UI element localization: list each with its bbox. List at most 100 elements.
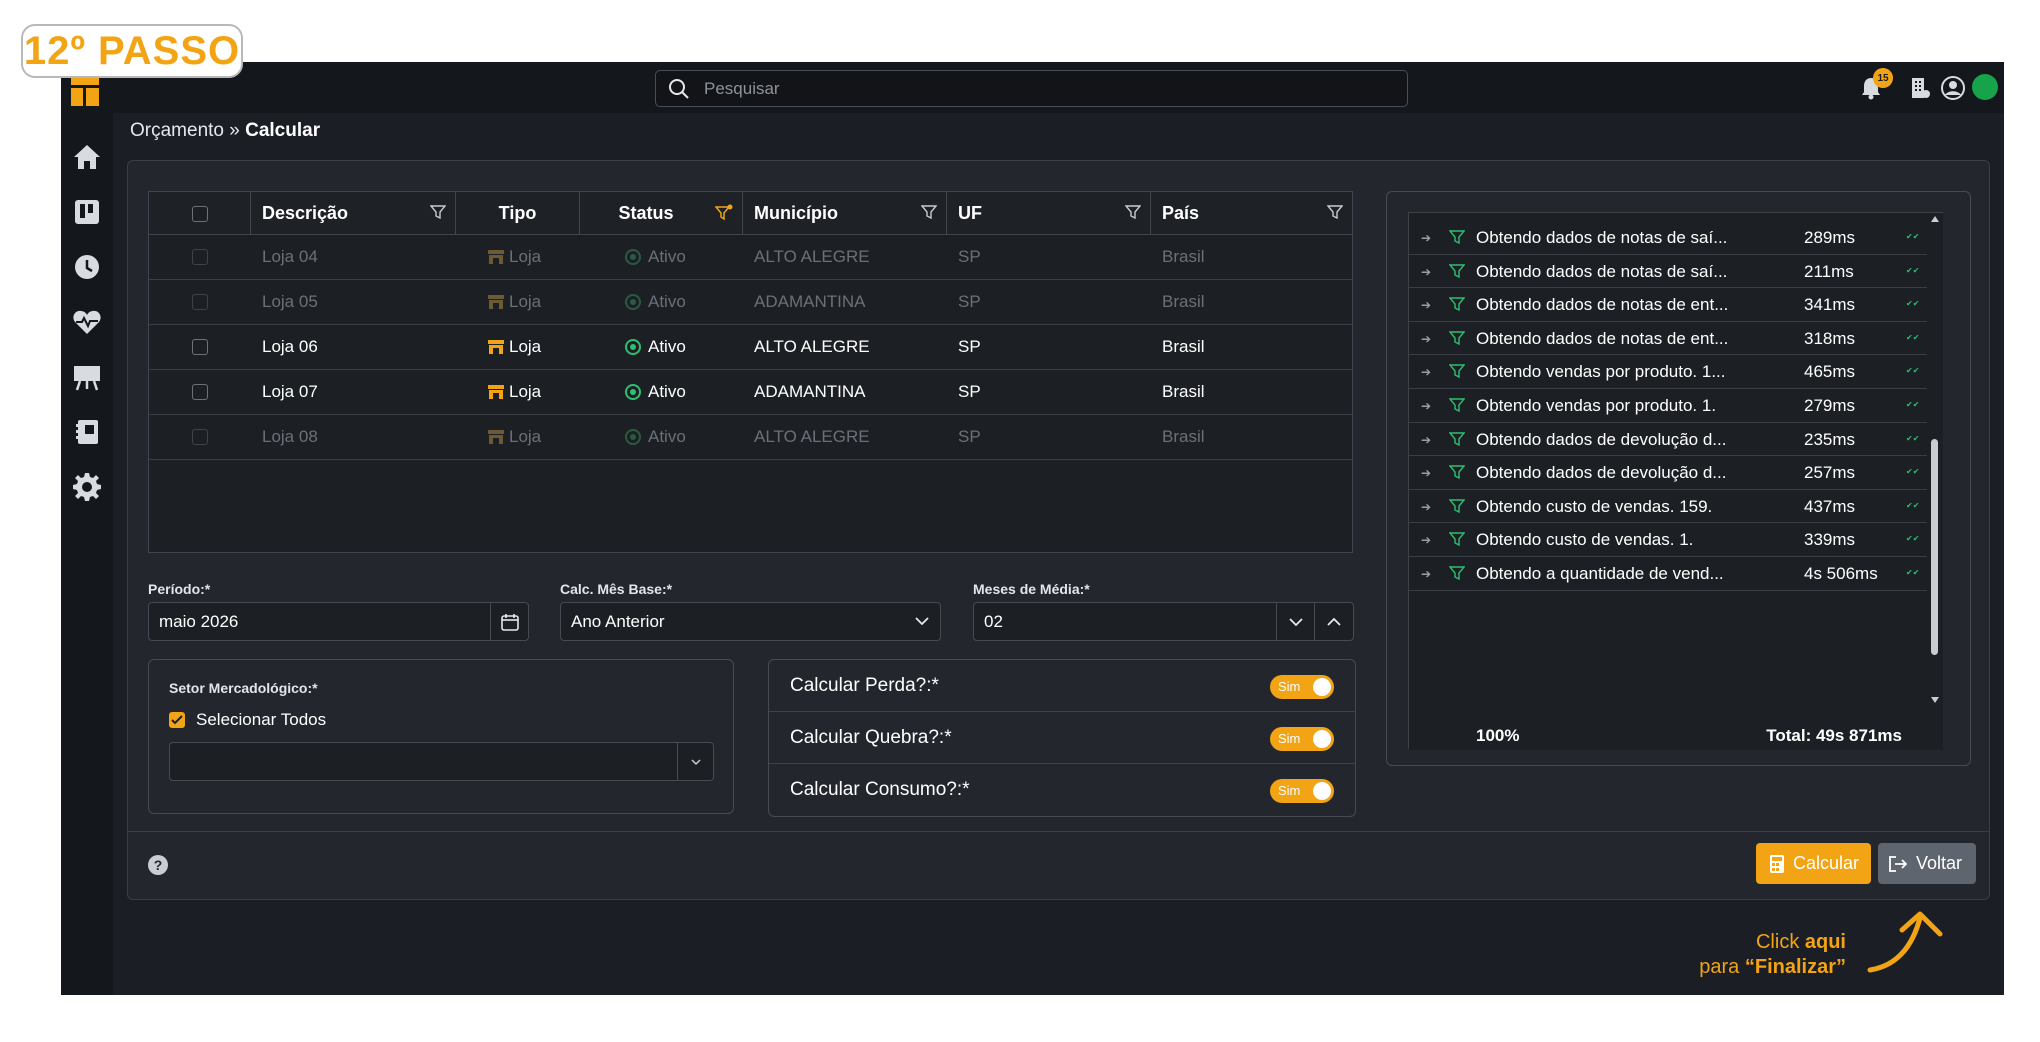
gear-icon bbox=[73, 473, 101, 501]
search-bar[interactable] bbox=[655, 70, 1408, 107]
cell-status: Ativo bbox=[625, 415, 686, 459]
sidebar-item-settings[interactable] bbox=[69, 469, 105, 505]
decrement-button[interactable] bbox=[1276, 603, 1314, 640]
cell-tipo-label: Loja bbox=[509, 337, 542, 356]
table-row[interactable]: Loja 05 Loja Ativo ADAMANTINA SP Brasil bbox=[149, 280, 1352, 325]
user-button[interactable] bbox=[1937, 72, 1969, 104]
filter-icon[interactable] bbox=[430, 204, 446, 220]
search-input[interactable] bbox=[704, 71, 1394, 106]
filter-icon bbox=[1449, 364, 1465, 379]
filter-icon bbox=[1449, 532, 1465, 547]
cell-municipio: ALTO ALEGRE bbox=[754, 247, 870, 266]
column-tipo[interactable]: Tipo bbox=[456, 192, 580, 235]
cell-pais: Brasil bbox=[1162, 382, 1205, 401]
filter-active-icon[interactable] bbox=[715, 204, 733, 222]
column-municipio[interactable]: Município bbox=[743, 192, 947, 235]
cell-status: Ativo bbox=[625, 370, 686, 414]
periodo-field[interactable]: maio 2026 bbox=[148, 602, 529, 641]
sidebar-item-notebook[interactable] bbox=[69, 414, 105, 450]
sidebar-item-presentation[interactable] bbox=[69, 359, 105, 395]
increment-button[interactable] bbox=[1314, 603, 1353, 640]
callout-line2-bold: “Finalizar” bbox=[1744, 956, 1846, 978]
breadcrumb-separator: » bbox=[223, 120, 246, 141]
row-checkbox[interactable] bbox=[192, 339, 208, 355]
calcular-quebra-label: Calcular Quebra?:* bbox=[790, 726, 952, 748]
column-municipio-label: Município bbox=[754, 203, 838, 223]
selecionar-todos-option[interactable]: Selecionar Todos bbox=[169, 710, 326, 730]
sidebar-item-home[interactable] bbox=[69, 139, 105, 175]
voltar-button[interactable]: Voltar bbox=[1878, 843, 1976, 884]
log-row[interactable]: ➔ Obtendo vendas por produto. 1... 465ms ✔✔ bbox=[1409, 355, 1927, 389]
log-row[interactable]: ➔ Obtendo custo de vendas. 159. 437ms ✔✔ bbox=[1409, 490, 1927, 524]
company-button[interactable] bbox=[1904, 72, 1936, 104]
log-row[interactable]: ➔ Obtendo dados de devolução d... 257ms ✔✔ bbox=[1409, 456, 1927, 490]
main-panel: Descrição Tipo Status Município UF País … bbox=[127, 160, 1990, 900]
notifications-button[interactable]: 15 bbox=[1855, 68, 1893, 104]
calendar-button[interactable] bbox=[490, 603, 528, 640]
log-total-time: Total: 49s 871ms bbox=[1766, 726, 1902, 745]
sidebar-item-kanban[interactable] bbox=[69, 194, 105, 230]
column-pais[interactable]: País bbox=[1151, 192, 1352, 235]
toggle-text: Sim bbox=[1278, 679, 1301, 694]
log-row[interactable]: ➔ Obtendo dados de notas de saí... 289ms ✔✔ bbox=[1409, 221, 1927, 255]
setor-select[interactable] bbox=[169, 742, 714, 781]
scroll-down-icon[interactable] bbox=[1931, 697, 1939, 703]
log-row[interactable]: ➔ Obtendo dados de notas de ent... 318ms ✔✔ bbox=[1409, 322, 1927, 356]
select-all-checkbox[interactable] bbox=[191, 205, 208, 222]
table-row[interactable]: Loja 08 Loja Ativo ALTO ALEGRE SP Brasil bbox=[149, 415, 1352, 460]
filter-icon[interactable] bbox=[1327, 204, 1343, 220]
calcular-consumo-toggle[interactable]: Sim bbox=[1270, 779, 1334, 803]
process-log-list[interactable]: ➔ Obtendo dados de notas de saí... 289ms ✔✔… bbox=[1408, 212, 1943, 750]
calcular-quebra-toggle[interactable]: Sim bbox=[1270, 727, 1334, 751]
checkbox-checked[interactable] bbox=[169, 712, 185, 728]
help-button[interactable]: ? bbox=[148, 855, 168, 875]
row-select[interactable] bbox=[192, 325, 208, 369]
cell-tipo: Loja bbox=[487, 370, 541, 414]
row-checkbox[interactable] bbox=[192, 294, 208, 310]
log-row[interactable]: ➔ Obtendo dados de notas de ent... 341ms ✔✔ bbox=[1409, 288, 1927, 322]
scroll-up-icon[interactable] bbox=[1931, 216, 1939, 222]
sidebar-item-health[interactable] bbox=[69, 304, 105, 340]
row-select[interactable] bbox=[192, 370, 208, 414]
log-row-text: Obtendo dados de notas de ent... bbox=[1476, 328, 1729, 348]
filter-icon[interactable] bbox=[921, 204, 937, 220]
active-status-icon bbox=[625, 429, 641, 445]
setor-dropdown-button[interactable] bbox=[677, 743, 713, 780]
row-checkbox[interactable] bbox=[192, 429, 208, 445]
setor-box: Setor Mercadológico:* Selecionar Todos bbox=[148, 659, 734, 814]
presentation-board-icon bbox=[74, 366, 100, 391]
table-row[interactable]: Loja 06 Loja Ativo ALTO ALEGRE SP Brasil bbox=[149, 325, 1352, 370]
scrollbar-thumb[interactable] bbox=[1931, 439, 1938, 655]
log-scrollbar[interactable] bbox=[1927, 213, 1943, 750]
app-logo[interactable] bbox=[71, 78, 99, 106]
column-descricao[interactable]: Descrição bbox=[251, 192, 456, 235]
row-select[interactable] bbox=[192, 280, 208, 324]
filter-icon[interactable] bbox=[1125, 204, 1141, 220]
calcular-perda-toggle[interactable]: Sim bbox=[1270, 675, 1334, 699]
cell-tipo-label: Loja bbox=[509, 382, 542, 401]
calcular-button[interactable]: Calcular bbox=[1756, 843, 1871, 884]
column-uf[interactable]: UF bbox=[947, 192, 1151, 235]
arrow-right-icon: ➔ bbox=[1421, 331, 1432, 346]
sidebar-item-history[interactable] bbox=[69, 249, 105, 285]
row-checkbox[interactable] bbox=[192, 384, 208, 400]
log-row[interactable]: ➔ Obtendo custo de vendas. 1. 339ms ✔✔ bbox=[1409, 523, 1927, 557]
row-select[interactable] bbox=[192, 415, 208, 459]
log-row[interactable]: ➔ Obtendo vendas por produto. 1. 279ms ✔✔ bbox=[1409, 389, 1927, 423]
calc-mes-select[interactable]: Ano Anterior bbox=[560, 602, 941, 641]
table-row[interactable]: Loja 04 Loja Ativo ALTO ALEGRE SP Brasil bbox=[149, 235, 1352, 280]
breadcrumb-parent[interactable]: Orçamento bbox=[130, 120, 224, 141]
table-row[interactable]: Loja 07 Loja Ativo ADAMANTINA SP Brasil bbox=[149, 370, 1352, 415]
meses-stepper[interactable]: 02 bbox=[973, 602, 1354, 641]
row-select[interactable] bbox=[192, 235, 208, 279]
log-row[interactable]: ➔ Obtendo dados de notas de saí... 211ms ✔✔ bbox=[1409, 255, 1927, 289]
log-row[interactable]: ➔ Obtendo dados de devolução d... 235ms ✔✔ bbox=[1409, 423, 1927, 457]
column-status[interactable]: Status bbox=[580, 192, 743, 235]
filter-icon bbox=[1449, 566, 1465, 581]
log-row[interactable]: ➔ Obtendo a quantidade de vend... 4s 506ms… bbox=[1409, 557, 1927, 591]
double-check-icon: ✔✔ bbox=[1906, 366, 1920, 376]
double-check-icon: ✔✔ bbox=[1906, 299, 1920, 309]
setor-label: Setor Mercadológico:* bbox=[169, 680, 318, 696]
row-checkbox[interactable] bbox=[192, 249, 208, 265]
heart-pulse-icon bbox=[73, 310, 101, 334]
